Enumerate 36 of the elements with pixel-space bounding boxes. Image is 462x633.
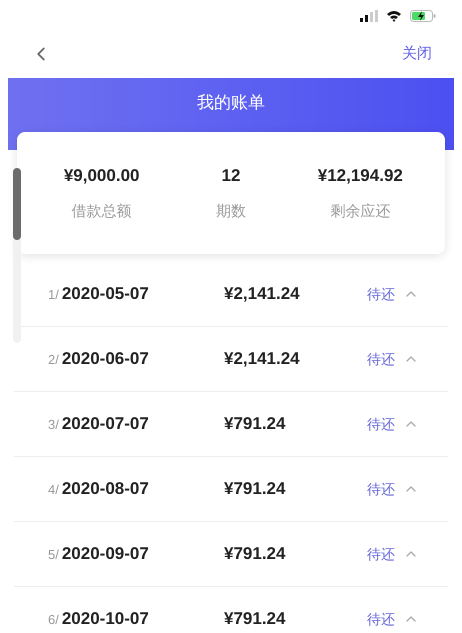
installment-index: 5/: [48, 546, 59, 564]
installment-index: 2/: [48, 351, 59, 370]
summary-label: 借款总额: [72, 202, 132, 222]
status-label: 待还: [367, 414, 395, 434]
installment-index: 1/: [48, 286, 59, 304]
installment-amount: ¥791.24: [224, 478, 286, 500]
status-label: 待还: [367, 610, 395, 628]
status-label: 待还: [367, 350, 395, 368]
due-date: 2020-07-07: [62, 413, 149, 436]
scrollbar[interactable]: [13, 168, 21, 343]
summary-label: 期数: [216, 202, 246, 222]
due-date: 2020-09-07: [62, 543, 149, 566]
status-label: 待还: [367, 480, 395, 498]
wifi-icon: [386, 10, 402, 22]
close-link[interactable]: 关闭: [402, 42, 432, 66]
installment-amount: ¥791.24: [224, 413, 286, 436]
status-label: 待还: [367, 284, 395, 304]
due-date: 2020-05-07: [62, 283, 149, 306]
status-label: 待还: [367, 544, 395, 564]
installment-index: 6/: [48, 611, 59, 630]
summary-label: 剩余应还: [330, 202, 390, 222]
due-date: 2020-08-07: [62, 478, 149, 500]
installment-index: 4/: [48, 481, 59, 500]
installment-index: 3/: [48, 416, 59, 434]
summary-value: ¥12,194.92: [318, 165, 403, 187]
due-date: 2020-06-07: [62, 348, 149, 370]
installment-amount: ¥791.24: [224, 543, 286, 566]
signal-icon: [360, 10, 378, 22]
installment-amount: ¥791.24: [224, 608, 286, 630]
summary-value: ¥9,000.00: [64, 165, 140, 187]
summary-value: 12: [222, 165, 240, 187]
page-title: 我的账单: [197, 92, 265, 114]
installment-amount: ¥2,141.24: [224, 348, 301, 370]
due-date: 2020-10-07: [62, 608, 149, 630]
installment-amount: ¥2,141.24: [224, 283, 301, 306]
battery-icon: [410, 10, 436, 22]
